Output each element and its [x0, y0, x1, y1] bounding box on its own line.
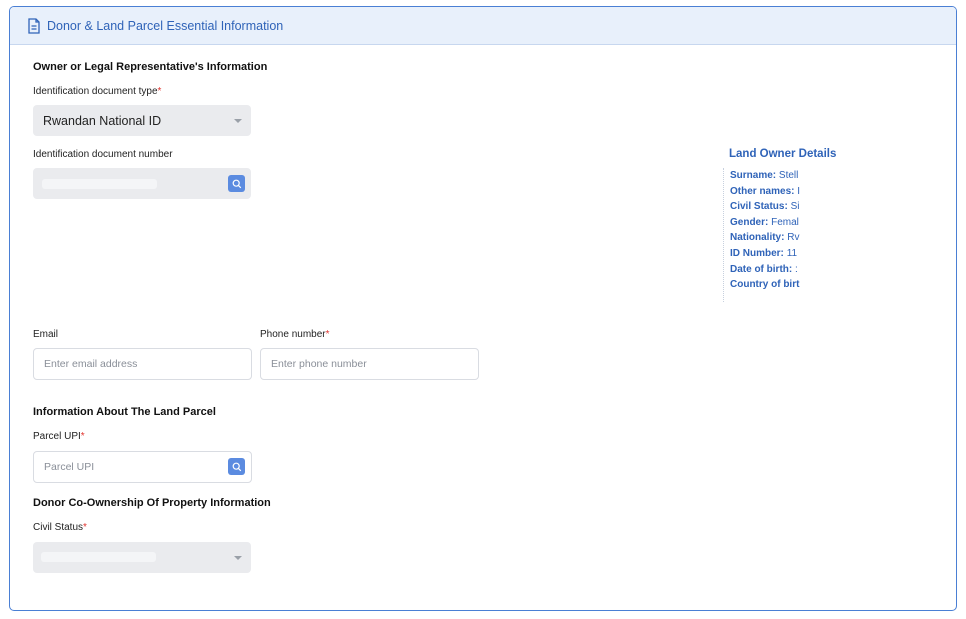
detail-nationality: Nationality: Rv: [730, 232, 800, 244]
panel-header: Donor & Land Parcel Essential Informatio…: [10, 7, 956, 45]
chevron-down-icon: [234, 118, 242, 123]
id-type-label: Identification document type*: [33, 86, 162, 97]
id-type-value: Rwandan National ID: [43, 113, 162, 128]
detail-civil-status: Civil Status: Si: [730, 201, 800, 213]
civil-status-select[interactable]: [33, 542, 251, 573]
panel-title: Donor & Land Parcel Essential Informatio…: [47, 18, 284, 33]
detail-id-number: ID Number: 11: [730, 247, 798, 259]
detail-other-names: Other names: I: [730, 185, 801, 197]
chevron-down-icon: [234, 555, 242, 560]
owner-section-title: Owner or Legal Representative's Informat…: [33, 61, 268, 73]
email-input[interactable]: Enter email address: [33, 348, 252, 380]
parcel-upi-label: Parcel UPI*: [33, 431, 85, 442]
search-icon: [232, 462, 241, 471]
parcel-search-button[interactable]: [228, 458, 245, 475]
search-icon: [232, 179, 241, 188]
land-owner-details-title: Land Owner Details: [729, 148, 837, 160]
id-number-label: Identification document number: [33, 149, 173, 160]
civil-status-label: Civil Status*: [33, 522, 87, 533]
id-number-redacted: [42, 179, 157, 189]
id-search-button[interactable]: [228, 175, 245, 192]
detail-gender: Gender: Femal: [730, 216, 799, 228]
detail-country-of-birth: Country of birt: [730, 279, 800, 291]
id-type-select[interactable]: Rwandan National ID: [33, 105, 251, 136]
document-icon: [27, 17, 41, 34]
parcel-section-title: Information About The Land Parcel: [33, 406, 216, 418]
coownership-section-title: Donor Co-Ownership Of Property Informati…: [33, 497, 271, 509]
land-owner-details-list: Surname: Stell Other names: I Civil Stat…: [723, 168, 815, 302]
detail-date-of-birth: Date of birth: :: [730, 263, 798, 275]
id-number-input[interactable]: [33, 168, 251, 199]
email-label: Email: [33, 329, 59, 340]
parcel-upi-input[interactable]: Parcel UPI: [33, 451, 252, 483]
phone-label: Phone number*: [260, 329, 330, 340]
phone-input[interactable]: Enter phone number: [260, 348, 479, 380]
detail-surname: Surname: Stell: [730, 170, 799, 181]
civil-status-redacted: [41, 552, 156, 562]
